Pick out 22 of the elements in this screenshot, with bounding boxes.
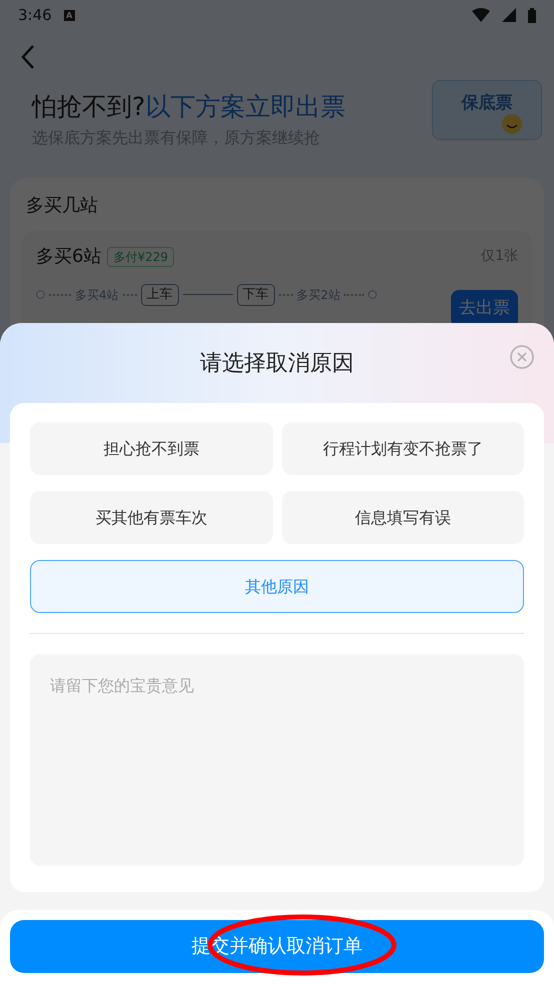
- option-name: 多买6站: [36, 245, 102, 269]
- reason-option[interactable]: 信息填写有误: [282, 491, 524, 544]
- sheet-title: 请选择取消原因: [200, 350, 354, 378]
- board-tag: 上车: [140, 284, 179, 306]
- status-time: 3:46: [18, 4, 52, 26]
- close-icon[interactable]: [510, 345, 534, 369]
- alight-tag: 下车: [236, 284, 275, 306]
- origin-dot-icon: [36, 290, 45, 300]
- battery-icon: [528, 8, 536, 22]
- ticket-illustration: 保底票: [432, 80, 542, 140]
- wifi-icon: [472, 8, 490, 22]
- terminal-dot-icon: [368, 290, 378, 300]
- reason-option[interactable]: 行程计划有变不抢票了: [282, 422, 524, 475]
- feedback-field[interactable]: 请留下您的宝贵意见: [30, 654, 524, 866]
- back-icon[interactable]: [20, 44, 36, 70]
- reason-option[interactable]: 买其他有票车次: [30, 491, 272, 544]
- price-tag: 多付¥229: [107, 246, 174, 266]
- page-title: 怕抢不到?以下方案立即出票: [32, 91, 346, 123]
- notification-icon: A: [64, 10, 75, 20]
- card-title: 多买几站: [25, 194, 99, 218]
- signal-icon: [502, 8, 516, 22]
- reason-option[interactable]: 担心抢不到票: [30, 422, 272, 475]
